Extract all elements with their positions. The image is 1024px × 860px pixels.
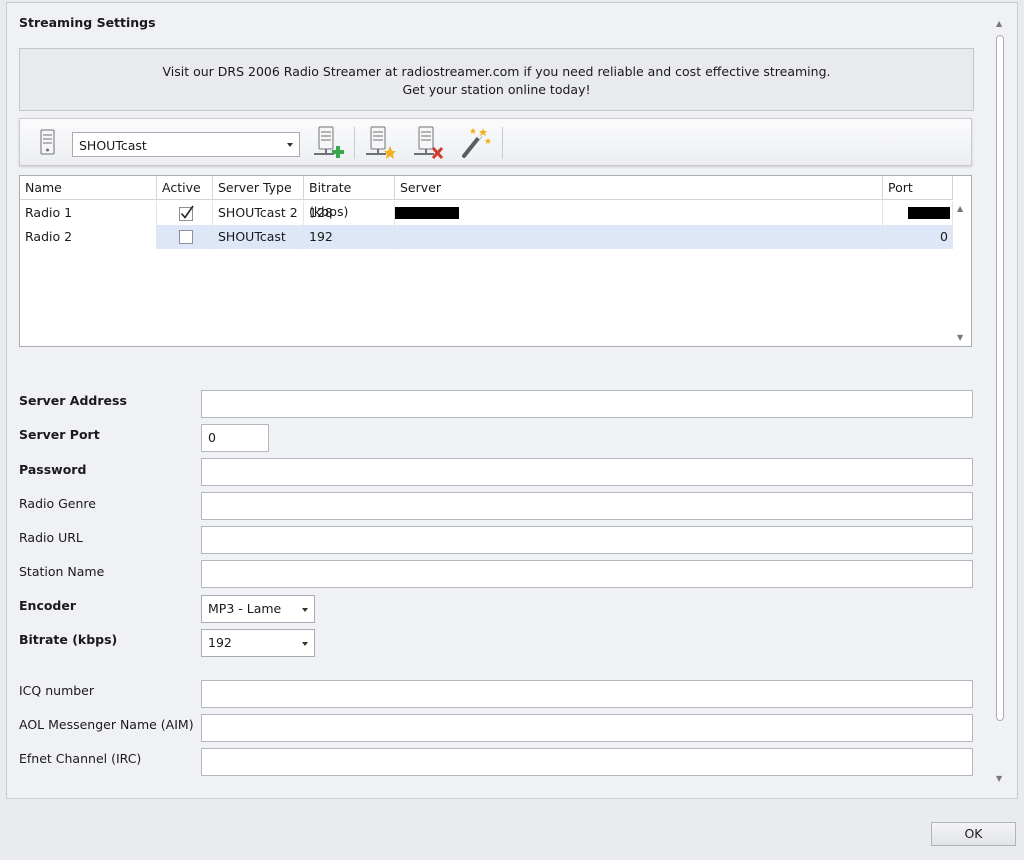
bitrate-value: 192 (208, 635, 232, 650)
row-name[interactable]: Radio 2 (20, 225, 157, 249)
bitrate-select[interactable]: 192 (201, 629, 315, 657)
active-checkbox[interactable] (179, 230, 193, 244)
chevron-down-icon (302, 608, 308, 612)
table-header: Name Active Server Type Bitrate (kbps) S… (20, 176, 953, 219)
server-address-label: Server Address (19, 393, 127, 408)
row-server (395, 225, 883, 249)
radio-url-input[interactable] (201, 526, 973, 554)
encoder-label: Encoder (19, 598, 77, 613)
scroll-down-icon[interactable]: ▼ (996, 774, 1002, 783)
bitrate-label: Bitrate (kbps) (19, 632, 118, 647)
row-active-cell (157, 225, 213, 249)
server-address-input[interactable] (201, 390, 973, 418)
row-server-type: SHOUTcast 2 (213, 201, 304, 225)
irc-label: Efnet Channel (IRC) (19, 751, 142, 766)
toolbar-separator (502, 127, 503, 159)
radio-url-label: Radio URL (19, 530, 83, 545)
wizard-icon[interactable] (458, 122, 492, 162)
station-name-label: Station Name (19, 564, 105, 579)
irc-input[interactable] (201, 748, 973, 776)
col-port[interactable]: Port (883, 176, 953, 200)
scrollbar-thumb[interactable] (996, 35, 1004, 721)
banner-line-1: Visit our DRS 2006 Radio Streamer at rad… (162, 64, 831, 79)
col-bitrate[interactable]: Bitrate (kbps) (304, 176, 395, 219)
col-active[interactable]: Active (157, 176, 213, 200)
scroll-up-icon[interactable]: ▲ (996, 19, 1002, 28)
row-name: Radio 1 (20, 201, 157, 225)
redacted-port (908, 207, 950, 219)
streaming-settings-panel: Streaming Settings Visit our DRS 2006 Ra… (6, 2, 1018, 799)
row-server (395, 201, 883, 225)
scroll-down-icon[interactable]: ▼ (957, 333, 963, 342)
promo-banner: Visit our DRS 2006 Radio Streamer at rad… (19, 48, 974, 111)
server-icon (40, 129, 55, 155)
table-row[interactable]: Radio 2 SHOUTcast 192 0 (20, 225, 953, 249)
streams-table: Name Active Server Type Bitrate (kbps) S… (19, 175, 972, 347)
add-server-icon[interactable] (310, 122, 344, 162)
row-port: 0 (883, 225, 953, 249)
row-server-type: SHOUTcast (213, 225, 304, 249)
server-type-value: SHOUTcast (79, 138, 147, 153)
favorite-server-icon[interactable] (362, 122, 396, 162)
radio-genre-label: Radio Genre (19, 496, 96, 511)
encoder-value: MP3 - Lame (208, 601, 282, 616)
server-toolbar: SHOUTcast (19, 118, 972, 166)
banner-line-2: Get your station online today! (402, 82, 591, 97)
col-server[interactable]: Server (395, 176, 883, 200)
redacted-server (395, 207, 459, 219)
icq-input[interactable] (201, 680, 973, 708)
aim-label: AOL Messenger Name (AIM) (19, 717, 194, 732)
row-bitrate: 192 (304, 225, 395, 249)
page-scrollbar[interactable]: ▲ ▼ (989, 15, 1011, 787)
icq-label: ICQ number (19, 683, 95, 698)
server-port-input[interactable]: 0 (201, 424, 269, 452)
table-row[interactable]: Radio 1 SHOUTcast 2 128 (20, 201, 953, 225)
chevron-down-icon (287, 143, 293, 147)
col-name[interactable]: Name (20, 176, 157, 200)
row-active-cell (157, 201, 213, 225)
delete-server-icon[interactable] (410, 122, 444, 162)
aim-input[interactable] (201, 714, 973, 742)
page-title: Streaming Settings (19, 15, 156, 30)
row-port (883, 201, 953, 225)
col-server-type[interactable]: Server Type (213, 176, 304, 200)
server-type-select[interactable]: SHOUTcast (72, 132, 300, 157)
active-checkbox[interactable] (179, 205, 195, 221)
password-label: Password (19, 462, 87, 477)
password-input[interactable] (201, 458, 973, 486)
server-port-label: Server Port (19, 427, 100, 442)
radio-genre-input[interactable] (201, 492, 973, 520)
toolbar-separator (354, 127, 355, 159)
station-name-input[interactable] (201, 560, 973, 588)
table-scrollbar[interactable]: ▲ ▼ (951, 200, 971, 346)
row-bitrate: 128 (304, 201, 395, 225)
chevron-down-icon (302, 642, 308, 646)
encoder-select[interactable]: MP3 - Lame (201, 595, 315, 623)
scroll-up-icon[interactable]: ▲ (957, 204, 963, 213)
ok-button[interactable]: OK (931, 822, 1016, 846)
